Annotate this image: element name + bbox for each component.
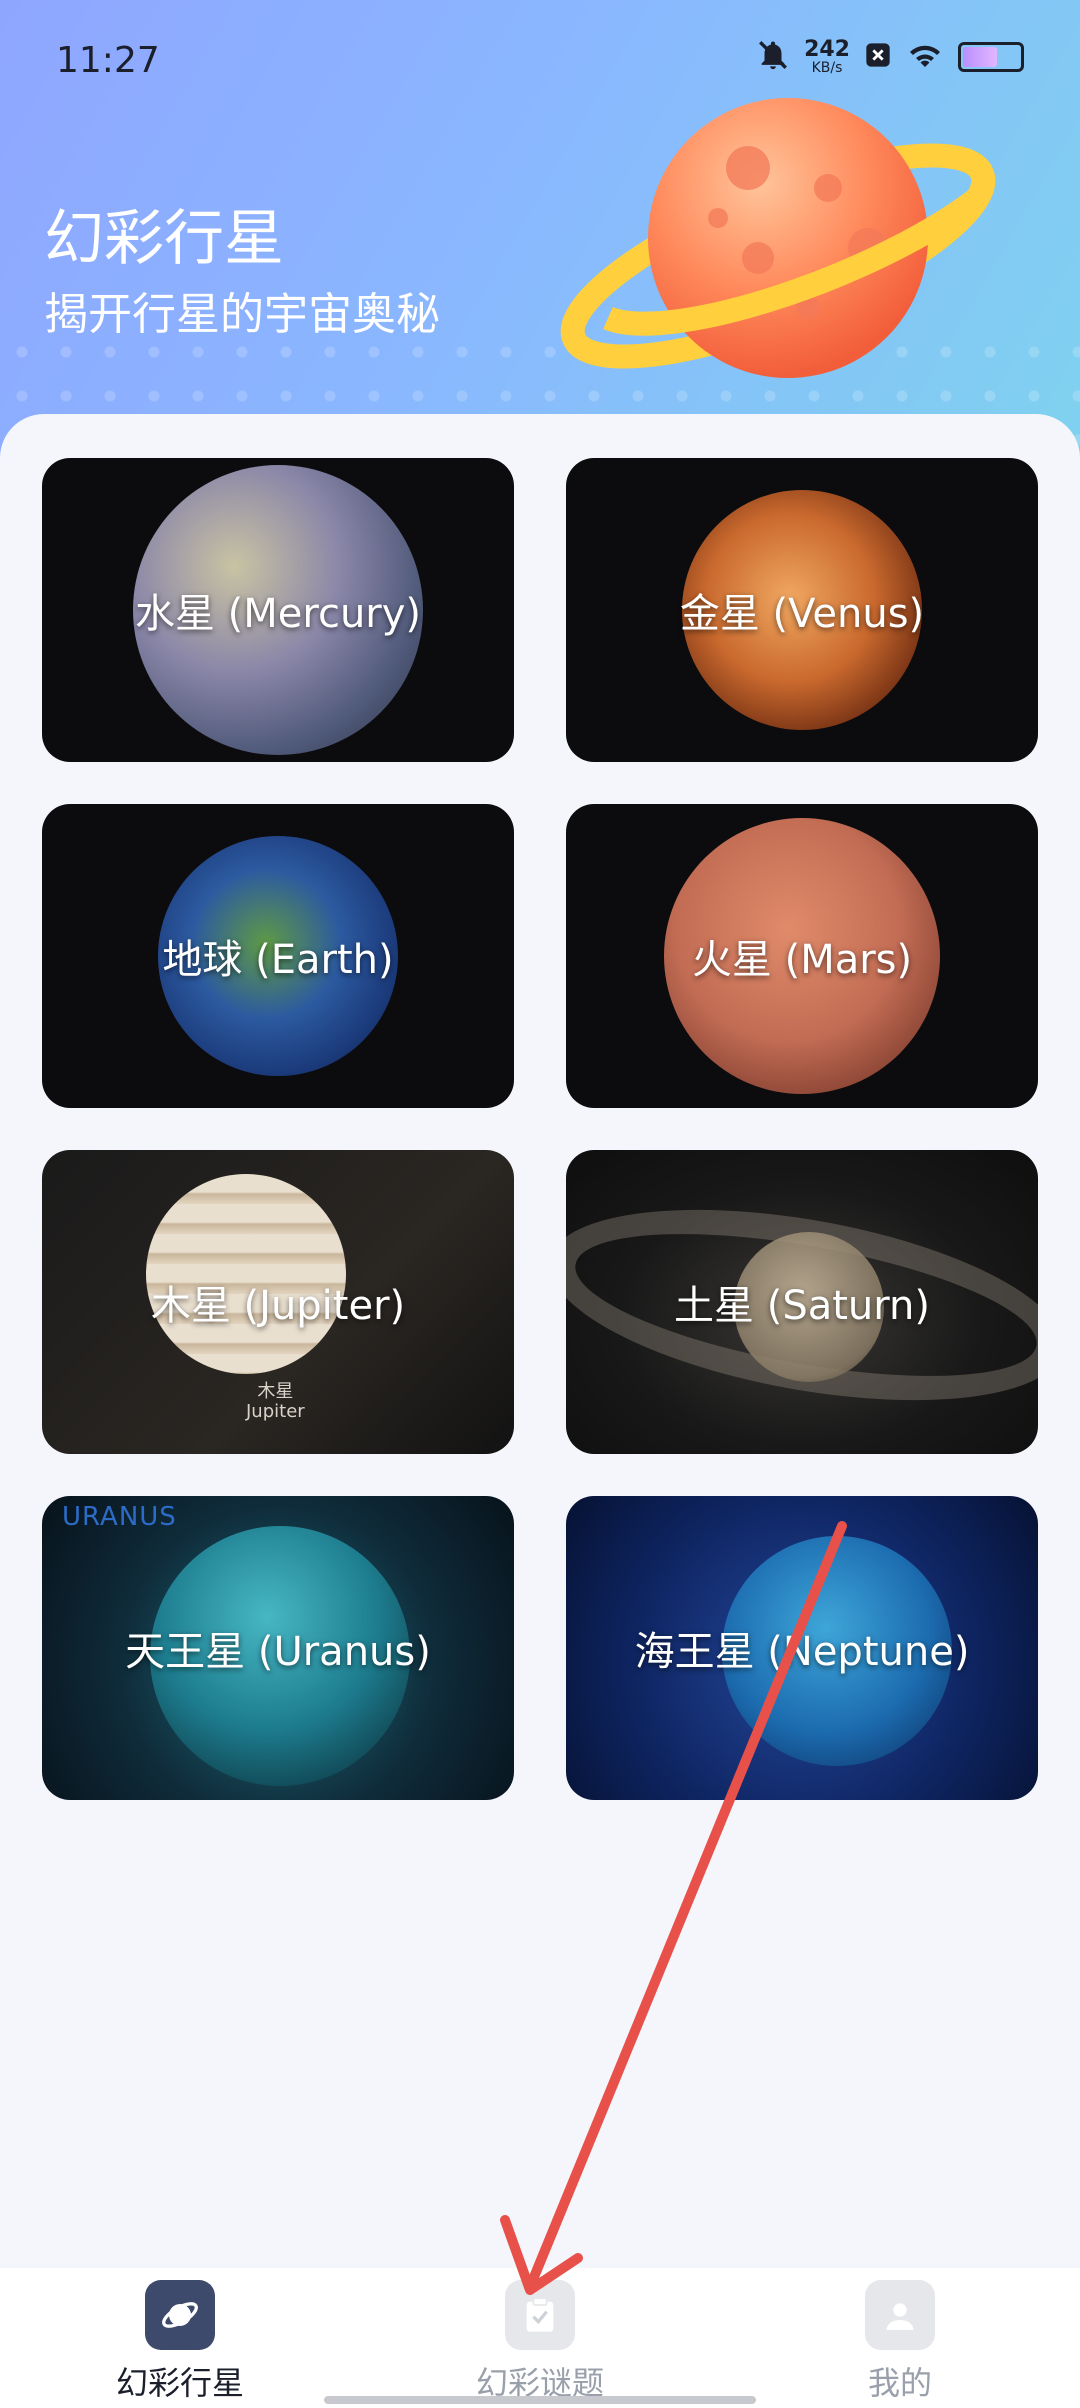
planet-list-container: 水星 (Mercury) 金星 (Venus) 地球 (Earth) 火星 (M… [0, 414, 1080, 2274]
jupiter-caption-en: Jupiter [246, 1400, 305, 1422]
planet-card-label: 土星 (Saturn) [674, 1283, 930, 1329]
planet-card-neptune[interactable]: 海王星 (Neptune) [566, 1496, 1038, 1800]
planet-card-mercury[interactable]: 水星 (Mercury) [42, 458, 514, 762]
tab-label: 我的 [867, 2364, 932, 2402]
planet-card-venus[interactable]: 金星 (Venus) [566, 458, 1038, 762]
tab-label: 幻彩行星 [115, 2364, 244, 2402]
tab-planets[interactable]: 幻彩行星 [50, 2268, 310, 2408]
home-indicator[interactable] [324, 2396, 756, 2404]
planet-card-saturn[interactable]: 土星 (Saturn) [566, 1150, 1038, 1454]
close-box-icon [864, 41, 892, 73]
clipboard-check-icon [505, 2280, 575, 2350]
planet-card-label: 地球 (Earth) [162, 937, 394, 983]
planet-card-label: 水星 (Mercury) [134, 591, 422, 637]
planet-card-label: 木星 (Jupiter) [150, 1283, 406, 1329]
saturn-illustration-icon [560, 98, 996, 378]
status-time: 11:27 [56, 40, 160, 81]
tab-puzzles[interactable]: 幻彩谜题 [410, 2268, 670, 2408]
planet-icon [145, 2280, 215, 2350]
planet-card-label: 海王星 (Neptune) [634, 1629, 970, 1675]
planet-card-label: 天王星 (Uranus) [125, 1629, 431, 1675]
net-speed: 242 KB/s [804, 37, 850, 76]
jupiter-image-caption: 木星 Jupiter [246, 1382, 305, 1422]
bell-off-icon [756, 38, 790, 76]
user-icon [865, 2280, 935, 2350]
net-speed-unit: KB/s [811, 60, 843, 76]
screen: 11:27 242 KB/s 幻彩行星 揭开行星的宇宙奥秘 水星 (Mercur… [0, 0, 1080, 2408]
status-icons: 242 KB/s [756, 38, 1024, 76]
planet-card-earth[interactable]: 地球 (Earth) [42, 804, 514, 1108]
page-subtitle: 揭开行星的宇宙奥秘 [44, 289, 440, 340]
planet-grid: 水星 (Mercury) 金星 (Venus) 地球 (Earth) 火星 (M… [42, 458, 1038, 1800]
uranus-image-caption: URANUS [62, 1502, 177, 1532]
wifi-icon [906, 40, 944, 74]
planet-card-label: 金星 (Venus) [679, 591, 925, 637]
bottom-navigation: 幻彩行星 幻彩谜题 我的 [0, 2268, 1080, 2408]
battery-icon [958, 42, 1024, 72]
net-speed-value: 242 [804, 37, 850, 62]
planet-card-label: 火星 (Mars) [691, 937, 913, 983]
tab-profile[interactable]: 我的 [770, 2268, 1030, 2408]
planet-card-uranus[interactable]: URANUS 天王星 (Uranus) [42, 1496, 514, 1800]
planet-card-mars[interactable]: 火星 (Mars) [566, 804, 1038, 1108]
page-title: 幻彩行星 [44, 204, 284, 274]
planet-card-jupiter[interactable]: 木星 Jupiter 木星 (Jupiter) [42, 1150, 514, 1454]
jupiter-caption-cn: 木星 [257, 1381, 294, 1402]
